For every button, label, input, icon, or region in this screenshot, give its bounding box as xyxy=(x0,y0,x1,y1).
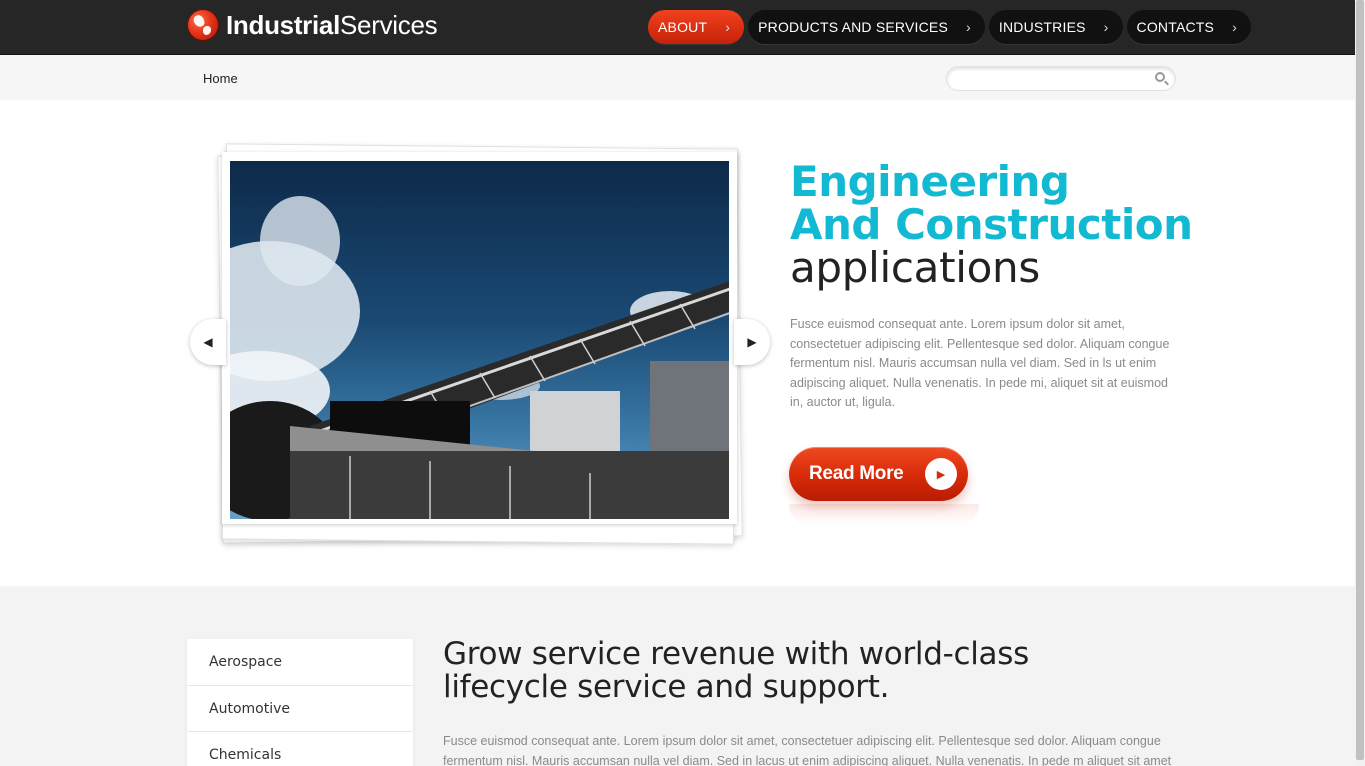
scrollbar-thumb[interactable] xyxy=(1356,0,1364,760)
slide-photo-frame xyxy=(222,152,737,524)
read-more-label: Read More xyxy=(809,463,904,484)
globe-icon xyxy=(187,9,219,41)
slide-title-line3: applications xyxy=(790,243,1040,292)
search-icon[interactable] xyxy=(1155,72,1165,82)
chevron-right-icon: › xyxy=(1232,19,1237,35)
breadcrumb-bar: Home xyxy=(0,55,1365,100)
play-arrow-icon: ▶ xyxy=(925,458,957,490)
industrial-conveyor-photo xyxy=(230,161,729,519)
read-more-button[interactable]: Read More ▶ xyxy=(789,447,968,501)
nav-item-products-and-services[interactable]: PRODUCTS AND SERVICES › xyxy=(748,10,985,44)
slide-title: Engineering And Construction application… xyxy=(790,157,1193,292)
content-section: Aerospace Automotive Chemicals Grow serv… xyxy=(0,586,1365,766)
industries-list: Aerospace Automotive Chemicals xyxy=(187,639,413,766)
nav-label: INDUSTRIES xyxy=(998,19,1086,35)
list-item-chemicals[interactable]: Chemicals xyxy=(187,732,413,766)
list-item-automotive[interactable]: Automotive xyxy=(187,686,413,732)
nav-item-about[interactable]: ABOUT › xyxy=(648,10,745,44)
site-logo[interactable]: IndustrialServices xyxy=(187,9,438,41)
nav-item-contacts[interactable]: CONTACTS › xyxy=(1126,10,1251,44)
list-item-aerospace[interactable]: Aerospace xyxy=(187,639,413,686)
slide-title-line2: And Construction xyxy=(790,200,1193,249)
breadcrumb-home[interactable]: Home xyxy=(203,71,238,86)
nav-item-industries[interactable]: INDUSTRIES › xyxy=(988,10,1123,44)
chevron-right-icon: › xyxy=(1103,19,1109,35)
chevron-right-icon: › xyxy=(965,19,971,35)
chevron-right-icon: › xyxy=(725,19,731,35)
nav-label: CONTACTS xyxy=(1136,19,1215,35)
triangle-left-icon: ◀ xyxy=(203,335,213,349)
main-menu: ABOUT › PRODUCTS AND SERVICES › INDUSTRI… xyxy=(648,10,1251,44)
nav-label: ABOUT xyxy=(658,19,708,35)
content-body: Fusce euismod consequat ante. Lorem ipsu… xyxy=(443,734,1172,766)
content-heading: Grow service revenue with world-class li… xyxy=(443,636,1029,705)
triangle-right-icon: ▶ xyxy=(747,335,757,349)
slide-description: Fusce euismod consequat ante. Lorem ipsu… xyxy=(790,317,1170,410)
search-box xyxy=(946,66,1176,91)
top-navigation-bar: IndustrialServices ABOUT › PRODUCTS AND … xyxy=(0,0,1365,55)
slider-prev-button[interactable]: ◀ xyxy=(190,319,226,365)
logo-text: IndustrialServices xyxy=(226,10,438,40)
button-reflection xyxy=(789,504,979,526)
slider-next-button[interactable]: ▶ xyxy=(734,319,770,365)
nav-label: PRODUCTS AND SERVICES xyxy=(758,19,948,35)
slide-title-line1: Engineering xyxy=(790,157,1070,206)
search-input[interactable] xyxy=(959,67,1149,90)
hero-slider: ◀ ▶ Engineering And Construction applica… xyxy=(0,100,1365,586)
